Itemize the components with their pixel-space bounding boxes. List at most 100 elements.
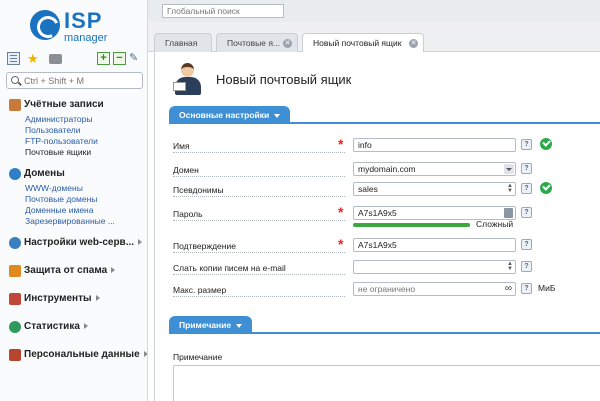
menu-group-statistics[interactable]: Статистика: [0, 318, 147, 336]
tab-label: Почтовые я...: [227, 38, 281, 48]
expand-list-icon[interactable]: ▲ ▼: [507, 183, 513, 194]
form-row-aliases: Псевдонимы sales ▲ ▼ ?: [173, 182, 593, 198]
section-toggle-main[interactable]: Основные настройки: [169, 106, 291, 124]
confirm-password-input[interactable]: A7s1A9x5: [353, 238, 516, 252]
max-size-input[interactable]: не ограничено ∞: [353, 282, 516, 296]
close-icon[interactable]: ✕: [409, 39, 418, 48]
name-input[interactable]: info: [353, 138, 516, 152]
expand-all-icon[interactable]: +: [97, 52, 110, 65]
menu-group-label: Учётные записи: [24, 99, 104, 110]
menu-group-tools[interactable]: Инструменты: [0, 290, 147, 308]
list-view-icon[interactable]: [7, 52, 20, 65]
help-icon[interactable]: ?: [521, 261, 532, 272]
required-marker: *: [338, 236, 344, 252]
logo[interactable]: ISP manager: [30, 6, 140, 46]
caret-down-icon: [236, 323, 243, 328]
domain-select[interactable]: mydomain.com: [353, 162, 516, 176]
field-label: Подтверждение: [173, 241, 345, 253]
domain-value: mydomain.com: [358, 164, 416, 174]
sidebar-item-mailboxes[interactable]: Почтовые ящики: [0, 147, 147, 158]
section-note: Примечание: [169, 316, 600, 334]
note-label: Примечание: [173, 352, 223, 362]
menu-group-label: Настройки web-серв...: [24, 237, 135, 248]
sidebar-item-domain-names[interactable]: Доменные имена: [0, 205, 147, 216]
help-icon[interactable]: ?: [521, 239, 532, 250]
menu-group-accounts[interactable]: Учётные записи: [0, 96, 147, 114]
aliases-value: sales: [358, 184, 378, 194]
sidebar-item-administrators[interactable]: Администраторы: [0, 114, 147, 125]
menu-group-domains[interactable]: Домены: [0, 165, 147, 183]
form-row-name: Имя * info ?: [173, 136, 593, 154]
books-icon: [9, 349, 21, 361]
tab-new-mailbox[interactable]: Новый почтовый ящик ✕: [302, 33, 424, 53]
help-icon[interactable]: ?: [521, 183, 532, 194]
sidebar-item-reserved[interactable]: Зарезервированные ...: [0, 216, 147, 227]
section-toggle-note[interactable]: Примечание: [169, 316, 253, 334]
copies-email-input[interactable]: ▲ ▼: [353, 260, 516, 274]
menu-group-label: Статистика: [24, 321, 80, 332]
password-strength-label: Сложный: [476, 219, 514, 229]
briefcase-icon[interactable]: [49, 54, 62, 64]
chevron-right-icon: [111, 267, 116, 274]
section-label: Основные настройки: [179, 110, 270, 120]
password-input[interactable]: A7s1A9x5: [353, 206, 516, 220]
top-bar: [148, 0, 600, 22]
field-label: Слать копии писем на e-mail: [173, 263, 345, 275]
sidebar-item-mail-domains[interactable]: Почтовые домены: [0, 194, 147, 205]
valid-check-icon: [540, 182, 552, 194]
field-label: Имя: [173, 141, 345, 153]
sidebar-item-www-domains[interactable]: WWW-домены: [0, 183, 147, 194]
sidebar-item-users[interactable]: Пользователи: [0, 125, 147, 136]
aliases-input[interactable]: sales ▲ ▼: [353, 182, 516, 196]
menu-group-personal-data[interactable]: Персональные данные: [0, 346, 147, 364]
expand-list-icon[interactable]: ▲ ▼: [507, 261, 513, 272]
valid-check-icon: [540, 138, 552, 150]
form-row-copies: Слать копии писем на e-mail ▲ ▼ ?: [173, 260, 593, 276]
sidebar-menu: Учётные записи Администраторы Пользовате…: [0, 96, 147, 364]
favorites-star-icon[interactable]: ★: [27, 52, 40, 65]
menu-search[interactable]: [6, 72, 143, 89]
help-icon[interactable]: ?: [521, 207, 532, 218]
menu-group-spam-protection[interactable]: Защита от спама: [0, 262, 147, 280]
sidebar-item-ftp-users[interactable]: FTP-пользователи: [0, 136, 147, 147]
menu-search-input[interactable]: [24, 75, 139, 87]
max-size-placeholder: не ограничено: [358, 284, 416, 294]
sidebar: ISP manager ★ + − ✎ Учётные записи Админ…: [0, 0, 148, 401]
section-main-settings: Основные настройки: [169, 106, 600, 124]
tab-label: Новый почтовый ящик: [313, 38, 402, 48]
dropdown-arrow-icon[interactable]: [504, 164, 514, 174]
tab-home[interactable]: Главная: [154, 33, 212, 52]
close-icon[interactable]: ✕: [283, 39, 292, 48]
users-icon: [9, 99, 21, 111]
menu-group-label: Домены: [24, 168, 65, 179]
shield-icon: [9, 265, 21, 277]
generate-password-icon[interactable]: [504, 208, 513, 218]
search-icon: [11, 76, 19, 84]
menu-group-web-settings[interactable]: Настройки web-серв...: [0, 234, 147, 252]
help-icon[interactable]: ?: [521, 283, 532, 294]
menu-group-label: Персональные данные: [24, 349, 140, 360]
sidebar-toolbar: ★ + − ✎: [7, 52, 143, 68]
form-row-password: Пароль * A7s1A9x5 ? Сложный: [173, 204, 593, 229]
field-label: Пароль: [173, 209, 345, 221]
logo-text-manager: manager: [64, 32, 108, 44]
global-search[interactable]: [162, 4, 284, 18]
required-marker: *: [338, 136, 344, 152]
tab-mailboxes[interactable]: Почтовые я... ✕: [216, 33, 298, 52]
global-search-input[interactable]: [163, 5, 283, 17]
section-label: Примечание: [179, 320, 232, 330]
help-icon[interactable]: ?: [521, 163, 532, 174]
note-textarea[interactable]: [173, 365, 600, 401]
pin-icon[interactable]: ✎: [129, 52, 142, 65]
field-label: Псевдонимы: [173, 185, 345, 197]
form-row-domain: Домен mydomain.com ?: [173, 162, 593, 178]
tools-icon: [9, 293, 21, 305]
collapse-all-icon[interactable]: −: [113, 52, 126, 65]
chevron-right-icon: [95, 295, 100, 302]
chevron-right-icon: [83, 323, 88, 330]
chevron-right-icon: [143, 351, 147, 358]
menu-group-label: Инструменты: [24, 293, 92, 304]
page-title: Новый почтовый ящик: [216, 72, 352, 87]
help-icon[interactable]: ?: [521, 139, 532, 150]
infinity-icon[interactable]: ∞: [505, 283, 512, 295]
